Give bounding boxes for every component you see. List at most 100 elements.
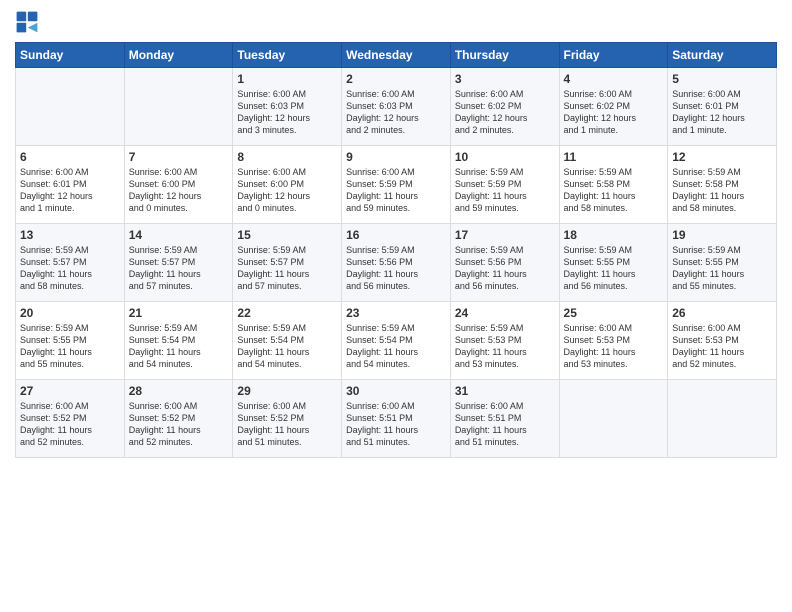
day-info: Sunrise: 5:59 AM Sunset: 5:58 PM Dayligh…	[564, 166, 664, 215]
day-info: Sunrise: 5:59 AM Sunset: 5:53 PM Dayligh…	[455, 322, 555, 371]
calendar-cell: 25 Sunrise: 6:00 AM Sunset: 5:53 PM Dayli…	[559, 302, 668, 380]
weekday-header-monday: Monday	[124, 43, 233, 68]
day-number: 9	[346, 150, 446, 164]
calendar-cell: 21 Sunrise: 5:59 AM Sunset: 5:54 PM Dayli…	[124, 302, 233, 380]
calendar-cell: 7 Sunrise: 6:00 AM Sunset: 6:00 PM Daylig…	[124, 146, 233, 224]
calendar-cell: 6 Sunrise: 6:00 AM Sunset: 6:01 PM Daylig…	[16, 146, 125, 224]
calendar-cell: 18Sunrise: 5:59 AM Sunset: 5:55 PM Dayli…	[559, 224, 668, 302]
day-info: Sunrise: 6:00 AM Sunset: 6:02 PM Dayligh…	[455, 88, 555, 137]
day-info: Sunrise: 6:00 AM Sunset: 6:01 PM Dayligh…	[672, 88, 772, 137]
day-info: Sunrise: 6:00 AM Sunset: 6:01 PM Dayligh…	[20, 166, 120, 215]
calendar-cell: 22 Sunrise: 5:59 AM Sunset: 5:54 PM Dayli…	[233, 302, 342, 380]
calendar-cell: 17 Sunrise: 5:59 AM Sunset: 5:56 PM Dayli…	[450, 224, 559, 302]
calendar-cell: 11 Sunrise: 5:59 AM Sunset: 5:58 PM Dayli…	[559, 146, 668, 224]
weekday-header-friday: Friday	[559, 43, 668, 68]
day-number: 14	[129, 228, 229, 242]
calendar-week-2: 6 Sunrise: 6:00 AM Sunset: 6:01 PM Daylig…	[16, 146, 777, 224]
day-number: 10	[455, 150, 555, 164]
day-number: 27	[20, 384, 120, 398]
day-number: 24	[455, 306, 555, 320]
calendar-cell: 5Sunrise: 6:00 AM Sunset: 6:01 PM Daylig…	[668, 68, 777, 146]
day-info: Sunrise: 5:59 AM Sunset: 5:56 PM Dayligh…	[455, 244, 555, 293]
weekday-header-wednesday: Wednesday	[342, 43, 451, 68]
calendar-cell: 3 Sunrise: 6:00 AM Sunset: 6:02 PM Daylig…	[450, 68, 559, 146]
day-info: Sunrise: 5:59 AM Sunset: 5:55 PM Dayligh…	[20, 322, 120, 371]
day-number: 31	[455, 384, 555, 398]
day-number: 30	[346, 384, 446, 398]
calendar-cell: 10Sunrise: 5:59 AM Sunset: 5:59 PM Dayli…	[450, 146, 559, 224]
calendar-cell: 28 Sunrise: 6:00 AM Sunset: 5:52 PM Dayli…	[124, 380, 233, 458]
day-info: Sunrise: 6:00 AM Sunset: 6:02 PM Dayligh…	[564, 88, 664, 137]
day-info: Sunrise: 6:00 AM Sunset: 5:53 PM Dayligh…	[672, 322, 772, 371]
day-number: 18	[564, 228, 664, 242]
day-number: 6	[20, 150, 120, 164]
day-info: Sunrise: 6:00 AM Sunset: 5:59 PM Dayligh…	[346, 166, 446, 215]
day-number: 21	[129, 306, 229, 320]
day-number: 1	[237, 72, 337, 86]
calendar-cell: 19 Sunrise: 5:59 AM Sunset: 5:55 PM Dayli…	[668, 224, 777, 302]
calendar-cell	[124, 68, 233, 146]
weekday-header-thursday: Thursday	[450, 43, 559, 68]
calendar-cell: 31 Sunrise: 6:00 AM Sunset: 5:51 PM Dayli…	[450, 380, 559, 458]
day-info: Sunrise: 6:00 AM Sunset: 6:00 PM Dayligh…	[129, 166, 229, 215]
day-info: Sunrise: 6:00 AM Sunset: 6:00 PM Dayligh…	[237, 166, 337, 215]
day-info: Sunrise: 5:59 AM Sunset: 5:56 PM Dayligh…	[346, 244, 446, 293]
calendar-week-3: 13 Sunrise: 5:59 AM Sunset: 5:57 PM Dayli…	[16, 224, 777, 302]
day-info: Sunrise: 5:59 AM Sunset: 5:57 PM Dayligh…	[237, 244, 337, 293]
day-info: Sunrise: 5:59 AM Sunset: 5:54 PM Dayligh…	[129, 322, 229, 371]
day-info: Sunrise: 5:59 AM Sunset: 5:54 PM Dayligh…	[237, 322, 337, 371]
day-number: 25	[564, 306, 664, 320]
day-number: 19	[672, 228, 772, 242]
day-info: Sunrise: 6:00 AM Sunset: 6:03 PM Dayligh…	[346, 88, 446, 137]
calendar-cell: 4 Sunrise: 6:00 AM Sunset: 6:02 PM Daylig…	[559, 68, 668, 146]
day-info: Sunrise: 6:00 AM Sunset: 6:03 PM Dayligh…	[237, 88, 337, 137]
calendar-cell: 24 Sunrise: 5:59 AM Sunset: 5:53 PM Dayli…	[450, 302, 559, 380]
calendar-cell: 12 Sunrise: 5:59 AM Sunset: 5:58 PM Dayli…	[668, 146, 777, 224]
day-info: Sunrise: 6:00 AM Sunset: 5:52 PM Dayligh…	[237, 400, 337, 449]
day-number: 20	[20, 306, 120, 320]
day-info: Sunrise: 6:00 AM Sunset: 5:52 PM Dayligh…	[129, 400, 229, 449]
day-info: Sunrise: 6:00 AM Sunset: 5:53 PM Dayligh…	[564, 322, 664, 371]
day-info: Sunrise: 6:00 AM Sunset: 5:51 PM Dayligh…	[346, 400, 446, 449]
calendar-cell	[559, 380, 668, 458]
day-number: 28	[129, 384, 229, 398]
logo	[15, 10, 44, 34]
calendar-week-1: 1 Sunrise: 6:00 AM Sunset: 6:03 PM Daylig…	[16, 68, 777, 146]
day-info: Sunrise: 6:00 AM Sunset: 5:51 PM Dayligh…	[455, 400, 555, 449]
day-number: 12	[672, 150, 772, 164]
page: SundayMondayTuesdayWednesdayThursdayFrid…	[0, 0, 792, 612]
calendar-cell: 29 Sunrise: 6:00 AM Sunset: 5:52 PM Dayli…	[233, 380, 342, 458]
day-info: Sunrise: 5:59 AM Sunset: 5:58 PM Dayligh…	[672, 166, 772, 215]
day-info: Sunrise: 5:59 AM Sunset: 5:54 PM Dayligh…	[346, 322, 446, 371]
calendar-week-4: 20 Sunrise: 5:59 AM Sunset: 5:55 PM Dayli…	[16, 302, 777, 380]
day-number: 26	[672, 306, 772, 320]
day-number: 23	[346, 306, 446, 320]
calendar-cell: 8 Sunrise: 6:00 AM Sunset: 6:00 PM Daylig…	[233, 146, 342, 224]
calendar-cell	[16, 68, 125, 146]
day-number: 8	[237, 150, 337, 164]
calendar-week-5: 27 Sunrise: 6:00 AM Sunset: 5:52 PM Dayli…	[16, 380, 777, 458]
calendar-cell: 26 Sunrise: 6:00 AM Sunset: 5:53 PM Dayli…	[668, 302, 777, 380]
day-number: 22	[237, 306, 337, 320]
day-number: 29	[237, 384, 337, 398]
calendar-cell: 30 Sunrise: 6:00 AM Sunset: 5:51 PM Dayli…	[342, 380, 451, 458]
day-number: 7	[129, 150, 229, 164]
calendar-cell: 15Sunrise: 5:59 AM Sunset: 5:57 PM Dayli…	[233, 224, 342, 302]
calendar-cell: 27 Sunrise: 6:00 AM Sunset: 5:52 PM Dayli…	[16, 380, 125, 458]
calendar-cell: 9 Sunrise: 6:00 AM Sunset: 5:59 PM Daylig…	[342, 146, 451, 224]
header	[15, 10, 777, 34]
day-number: 11	[564, 150, 664, 164]
weekday-header-saturday: Saturday	[668, 43, 777, 68]
day-info: Sunrise: 5:59 AM Sunset: 5:57 PM Dayligh…	[20, 244, 120, 293]
day-number: 13	[20, 228, 120, 242]
day-info: Sunrise: 5:59 AM Sunset: 5:57 PM Dayligh…	[129, 244, 229, 293]
day-number: 2	[346, 72, 446, 86]
day-info: Sunrise: 5:59 AM Sunset: 5:55 PM Dayligh…	[672, 244, 772, 293]
day-number: 3	[455, 72, 555, 86]
calendar-cell	[668, 380, 777, 458]
calendar-cell: 2 Sunrise: 6:00 AM Sunset: 6:03 PM Daylig…	[342, 68, 451, 146]
weekday-header-tuesday: Tuesday	[233, 43, 342, 68]
day-number: 4	[564, 72, 664, 86]
day-info: Sunrise: 6:00 AM Sunset: 5:52 PM Dayligh…	[20, 400, 120, 449]
day-number: 17	[455, 228, 555, 242]
